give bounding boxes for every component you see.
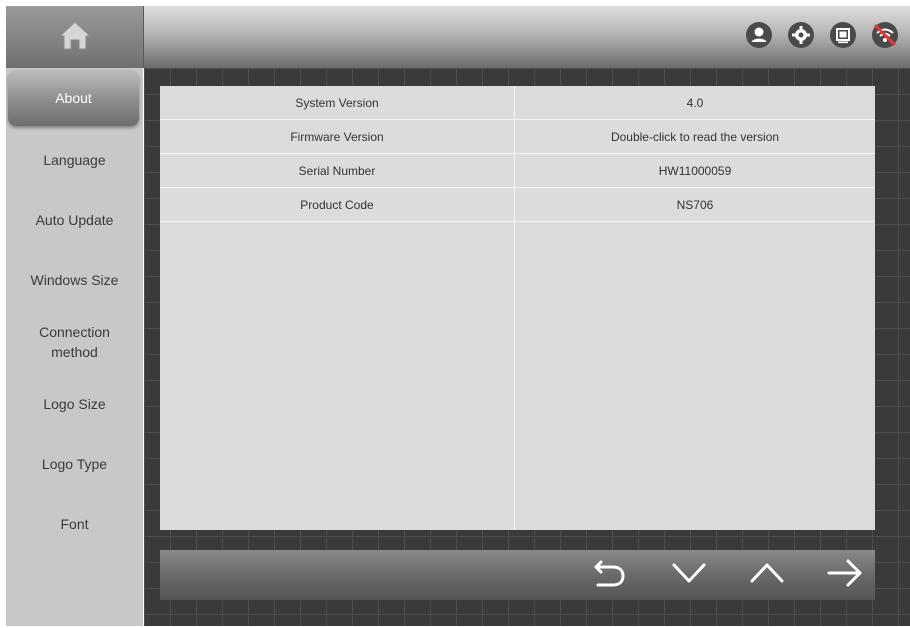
app-window: About Language Auto Update Windows Size …: [6, 6, 910, 626]
table-row[interactable]: System Version 4.0: [160, 86, 875, 120]
wifi-off-icon[interactable]: [870, 20, 900, 50]
sidebar-item-label: Language: [43, 152, 106, 168]
row-label: Product Code: [300, 197, 374, 212]
sidebar-item-logo-type[interactable]: Logo Type: [6, 434, 143, 494]
top-icon-group: [744, 20, 900, 50]
screen-icon[interactable]: [828, 20, 858, 50]
user-icon[interactable]: [744, 20, 774, 50]
sidebar-item-font[interactable]: Font: [6, 494, 143, 554]
back-icon: [589, 555, 629, 596]
up-icon: [747, 555, 787, 596]
row-label: Serial Number: [298, 163, 376, 178]
row-label: System Version: [295, 95, 379, 110]
sidebar-item-label: Font: [60, 516, 89, 532]
row-value: HW11000059: [658, 163, 732, 178]
scroll-up-button[interactable]: [746, 556, 788, 594]
sidebar-item-label: About: [55, 90, 92, 106]
sidebar-item-auto-update[interactable]: Auto Update: [6, 190, 143, 250]
sidebar-item-logo-size[interactable]: Logo Size: [6, 374, 143, 434]
row-value: Double-click to read the version: [610, 129, 780, 144]
next-button[interactable]: [824, 556, 866, 594]
sidebar-item-windows-size[interactable]: Windows Size: [6, 250, 143, 310]
home-icon: [57, 19, 93, 56]
sidebar-item-language[interactable]: Language: [6, 130, 143, 190]
table-row[interactable]: Serial Number HW11000059: [160, 154, 875, 188]
row-value: 4.0: [686, 95, 704, 110]
top-bar: [144, 6, 910, 68]
down-icon: [669, 555, 709, 596]
home-button[interactable]: [6, 6, 144, 68]
gear-icon[interactable]: [786, 20, 816, 50]
sidebar-item-label: Auto Update: [35, 212, 114, 228]
sidebar-item-label: Logo Type: [41, 456, 108, 472]
next-icon: [825, 555, 865, 596]
sidebar-item-about[interactable]: About: [8, 70, 139, 126]
sidebar-item-connection-method[interactable]: Connection method: [6, 312, 143, 372]
row-label: Firmware Version: [290, 129, 384, 144]
back-button[interactable]: [588, 556, 630, 594]
sidebar-item-label: Connection method: [39, 324, 110, 360]
bottom-toolbar: [160, 550, 875, 600]
sidebar-item-label: Windows Size: [30, 272, 119, 288]
sidebar-item-label: Logo Size: [43, 396, 106, 412]
sidebar: About Language Auto Update Windows Size …: [6, 68, 143, 626]
table-row[interactable]: Product Code NS706: [160, 188, 875, 222]
table-row[interactable]: Firmware Version Double-click to read th…: [160, 120, 875, 154]
scroll-down-button[interactable]: [668, 556, 710, 594]
row-value: NS706: [676, 197, 714, 212]
info-table: System Version 4.0 Firmware Version Doub…: [160, 86, 875, 530]
